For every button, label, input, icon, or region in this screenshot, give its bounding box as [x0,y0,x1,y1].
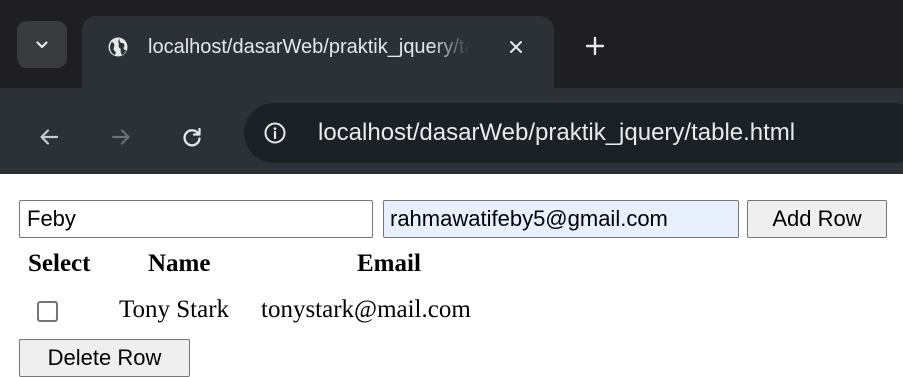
delete-row-button[interactable]: Delete Row [19,339,190,377]
tab-close-button[interactable] [505,36,527,58]
add-row-button[interactable]: Add Row [747,200,887,238]
close-icon [510,41,522,53]
info-icon[interactable] [262,120,288,146]
back-button[interactable] [34,122,64,152]
address-bar-url[interactable]: localhost/dasarWeb/praktik_jquery/table.… [318,118,795,148]
tab-search-button[interactable] [17,21,67,68]
reload-icon [183,127,201,147]
row-name-cell: Tony Stark [119,296,230,323]
chevron-down-icon [36,40,48,48]
row-select-checkbox[interactable] [37,301,58,322]
column-header-select: Select [28,250,91,277]
reload-button[interactable] [177,122,207,152]
plus-icon [585,36,605,56]
arrow-right-icon [111,129,130,145]
globe-icon [108,37,128,57]
row-email-cell: tonystark@mail.com [261,296,471,323]
tab-title: localhost/dasarWeb/praktik_jquery/table.… [148,36,470,58]
column-header-email: Email [357,250,421,277]
column-header-name: Name [148,250,211,277]
arrow-left-icon [40,129,59,145]
name-input[interactable] [19,200,373,238]
forward-button[interactable] [106,122,136,152]
new-tab-button[interactable] [583,34,607,58]
email-input[interactable] [383,200,739,238]
